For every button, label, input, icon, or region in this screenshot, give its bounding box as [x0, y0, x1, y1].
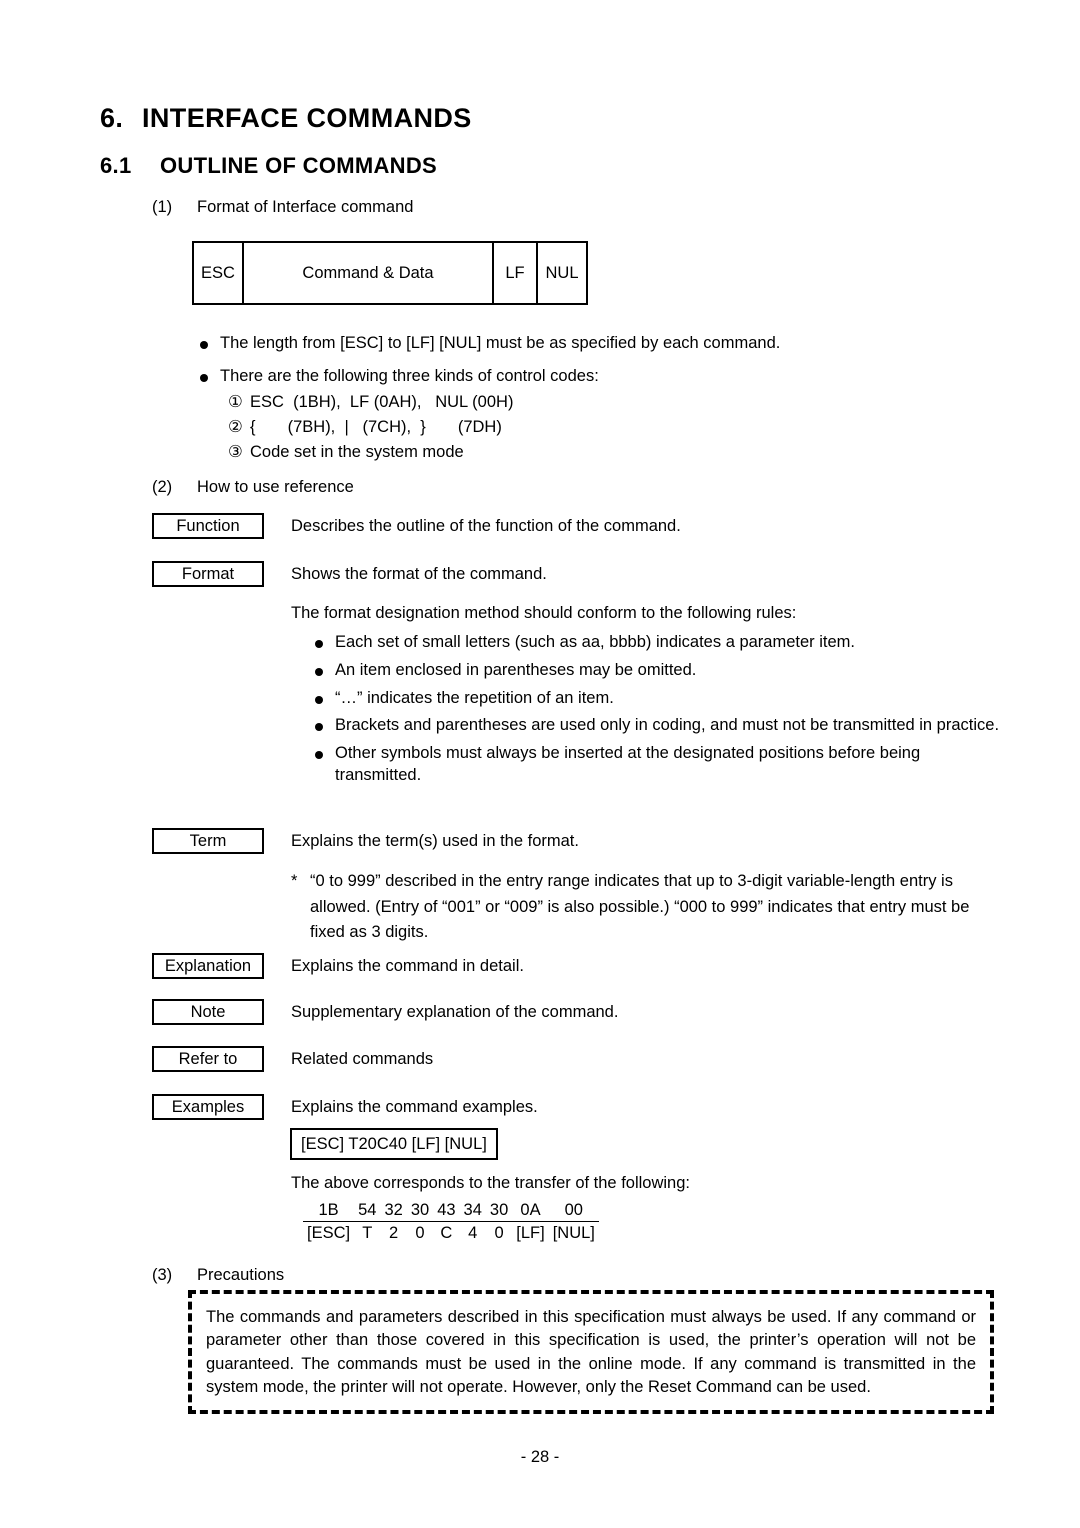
footnote-text: “0 to 999” described in the entry range …	[310, 872, 970, 942]
ascii-cell: 4	[468, 1224, 478, 1242]
format-cell-data: Command & Data	[242, 243, 492, 303]
subsection-format-marker: (1)	[152, 198, 173, 216]
reference-label-refer-to: Refer to	[152, 1046, 264, 1072]
reference-label-examples: Examples	[152, 1094, 264, 1120]
list-item: “…” indicates the repetition of an item.	[311, 688, 1001, 710]
ascii-cell: [ESC]	[307, 1224, 351, 1242]
subsection-precautions-marker: (3)	[152, 1266, 173, 1284]
transfer-hex-table: 1B 54 32 30 43 34 30 0A 00 [ESC] T 2 0 C…	[303, 1201, 599, 1243]
hex-cell: 00	[548, 1201, 599, 1222]
list-item: The length from [ESC] to [LF] [NUL] must…	[196, 333, 896, 355]
list-item: ① ESC (1BH), LF (0AH), NUL (00H)	[228, 390, 513, 415]
ascii-cell: [LF]	[516, 1224, 545, 1242]
subsection-reference-marker: (2)	[152, 478, 173, 496]
document-page: 6. INTERFACE COMMANDS 6.1 OUTLINE OF COMMA…	[0, 0, 1080, 1528]
reference-desc-note: Supplementary explanation of the command…	[291, 1003, 619, 1021]
hex-cell: 43	[433, 1201, 460, 1222]
ascii-cell: T	[362, 1224, 373, 1242]
hex-cell: 30	[485, 1201, 513, 1222]
hex-cell: 32	[380, 1201, 407, 1222]
control-code-text: Code set in the system mode	[250, 443, 464, 462]
reference-label-note: Note	[152, 999, 264, 1025]
ascii-cell: C	[440, 1224, 453, 1242]
hex-cell: 1B	[303, 1201, 355, 1222]
ascii-cell: 0	[415, 1224, 425, 1242]
reference-desc-function: Describes the outline of the function of…	[291, 517, 681, 535]
reference-desc-refer-to: Related commands	[291, 1050, 434, 1068]
hex-cell: 30	[406, 1201, 434, 1222]
hex-cell: 0A	[512, 1201, 549, 1222]
hex-cell: 34	[459, 1201, 486, 1222]
section-title: OUTLINE OF COMMANDS	[160, 153, 438, 178]
list-item: Brackets and parentheses are used only i…	[311, 715, 1001, 737]
reference-desc-explanation: Explains the command in detail.	[291, 957, 524, 975]
format-cell-nul: NUL	[536, 243, 586, 303]
format-rules-intro: The format designation method should con…	[291, 604, 797, 622]
reference-label-explanation: Explanation	[152, 953, 264, 979]
subsection-precautions-heading: (3) Precautions	[152, 1266, 284, 1285]
reference-label-format: Format	[152, 561, 264, 587]
example-caption: The above corresponds to the transfer of…	[291, 1174, 690, 1192]
circled-number-3: ③	[228, 443, 243, 462]
control-code-text: ESC (1BH), LF (0AH), NUL (00H)	[250, 393, 514, 411]
reference-label-term: Term	[152, 828, 264, 854]
format-cell-lf: LF	[492, 243, 536, 303]
list-item: ② { (7BH), | (7CH), } (7DH)	[228, 415, 513, 440]
circled-number-2: ②	[228, 418, 243, 437]
command-format-table: ESC Command & Data LF NUL	[192, 241, 588, 305]
reference-desc-term: Explains the term(s) used in the format.	[291, 832, 579, 850]
example-command-box: [ESC] T20C40 [LF] [NUL]	[290, 1128, 498, 1160]
subsection-precautions-title: Precautions	[197, 1266, 285, 1284]
list-item: There are the following three kinds of c…	[196, 366, 896, 388]
list-item: An item enclosed in parentheses may be o…	[311, 660, 1001, 682]
list-item: Each set of small letters (such as aa, b…	[311, 632, 1001, 654]
chapter-number: 6.	[100, 103, 124, 133]
format-bullet-list: The length from [ESC] to [LF] [NUL] must…	[196, 333, 896, 399]
ascii-cell: [NUL]	[552, 1224, 595, 1242]
subsection-reference-title: How to use reference	[197, 478, 354, 496]
control-codes-list: ① ESC (1BH), LF (0AH), NUL (00H) ② { (7BH)…	[228, 390, 513, 465]
circled-number-1: ①	[228, 393, 243, 411]
subsection-format-heading: (1) Format of Interface command	[152, 198, 413, 217]
list-item: ③ Code set in the system mode	[228, 440, 513, 465]
reference-desc-examples: Explains the command examples.	[291, 1098, 538, 1116]
control-code-text: { (7BH), | (7CH), } (7DH)	[250, 418, 502, 437]
chapter-title: INTERFACE COMMANDS	[142, 103, 472, 133]
precautions-text: The commands and parameters described in…	[206, 1308, 976, 1397]
precautions-box: The commands and parameters described in…	[188, 1290, 994, 1414]
page-footer: - 28 -	[520, 1448, 560, 1466]
section-number: 6.1	[100, 153, 132, 178]
reference-label-function: Function	[152, 513, 264, 539]
section-heading: 6.1 OUTLINE OF COMMANDS	[100, 153, 437, 179]
subsection-format-title: Format of Interface command	[197, 198, 414, 216]
footnote-marker: *	[291, 872, 298, 890]
list-item: Other symbols must always be inserted at…	[311, 743, 1001, 787]
table-row-ascii: [ESC] T 2 0 C 4 0 [LF] [NUL]	[303, 1222, 599, 1244]
table-row-hex: 1B 54 32 30 43 34 30 0A 00	[303, 1201, 599, 1222]
format-rules-list: Each set of small letters (such as aa, b…	[311, 632, 1001, 793]
reference-desc-format: Shows the format of the command.	[291, 565, 547, 583]
subsection-reference-heading: (2) How to use reference	[152, 478, 354, 497]
chapter-heading: 6. INTERFACE COMMANDS	[100, 103, 472, 134]
hex-cell: 54	[354, 1201, 381, 1222]
term-footnote: * “0 to 999” described in the entry rang…	[291, 869, 991, 946]
ascii-cell: 0	[494, 1224, 504, 1242]
format-cell-esc: ESC	[201, 263, 235, 282]
ascii-cell: 2	[389, 1224, 399, 1242]
